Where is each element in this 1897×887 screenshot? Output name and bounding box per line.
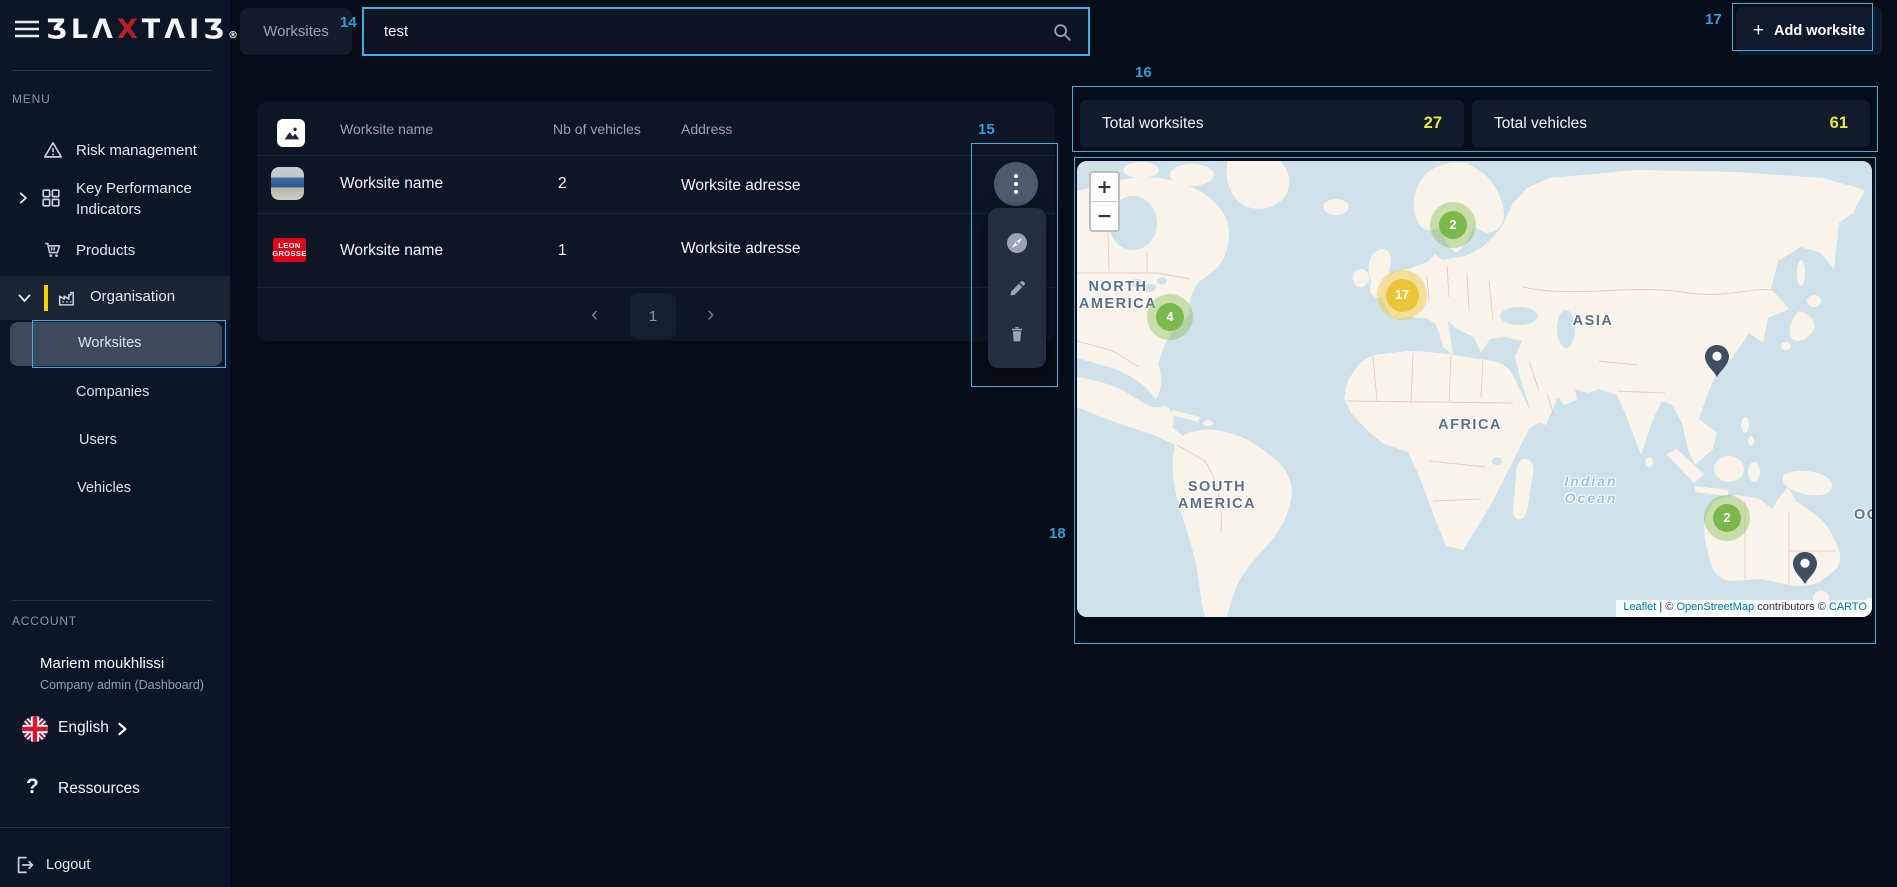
resources-link[interactable]: ? Ressources <box>0 772 230 806</box>
sidebar: ƷLΛXTΛIƷ® MENU Risk management Key Perfo… <box>0 0 230 887</box>
pin-marker[interactable] <box>1792 551 1818 585</box>
grid-icon <box>40 187 62 209</box>
row-thumbnail-logo: LEON GROSSE <box>273 238 306 262</box>
annotation-18: 18 <box>1049 525 1066 542</box>
language-selector[interactable]: English <box>0 712 230 746</box>
kebab-icon <box>1014 174 1018 178</box>
warning-triangle-icon <box>42 139 64 161</box>
stat-value: 27 <box>1424 114 1442 133</box>
attribution-link-carto[interactable]: CARTO <box>1829 601 1867 613</box>
logout-button[interactable]: Logout <box>0 850 230 882</box>
search-input[interactable] <box>364 23 1052 40</box>
logo-x-letter: X <box>117 14 142 45</box>
brand-logo: ƷLΛXTΛIƷ® <box>46 14 238 45</box>
sidebar-item-products[interactable]: Products <box>0 232 230 270</box>
pencil-icon[interactable] <box>1006 278 1028 300</box>
map-label-south-america: SOUTHAMERICA <box>1178 479 1256 513</box>
cluster-marker[interactable]: 2 <box>1704 495 1750 541</box>
sidebar-subitem-users[interactable]: Users <box>0 426 230 456</box>
map-attribution: Leaflet | © OpenStreetMap contributors ©… <box>1616 600 1872 617</box>
stat-label: Total worksites <box>1102 115 1204 133</box>
logout-label: Logout <box>46 857 90 873</box>
help-icon: ? <box>26 775 39 799</box>
uk-flag-icon <box>22 716 48 742</box>
app-window: ƷLΛXTΛIƷ® MENU Risk management Key Perfo… <box>0 0 1897 887</box>
user-name: Mariem moukhlissi <box>40 655 164 672</box>
logout-icon <box>14 854 36 876</box>
chevron-right-icon <box>16 191 30 205</box>
active-indicator-bar <box>44 285 48 311</box>
sidebar-subitem-companies[interactable]: Companies <box>0 378 230 408</box>
vehicles-count-cell: 1 <box>558 242 567 260</box>
account-section-label: ACCOUNT <box>12 614 77 628</box>
cart-icon <box>42 239 64 261</box>
divider <box>0 827 230 828</box>
divider <box>12 70 212 71</box>
selected-item-outline <box>32 320 226 368</box>
prev-page-button[interactable]: ‹ <box>591 303 598 325</box>
worksites-map[interactable]: NORTHAMERICA SOUTHAMERICA AFRICA ASIA In… <box>1077 161 1872 617</box>
zoom-in-button[interactable]: + <box>1091 173 1118 201</box>
worksite-name-cell: Worksite name <box>340 175 443 193</box>
page-chip: Worksites <box>240 8 352 55</box>
address-cell: Worksite adresse <box>681 240 800 258</box>
add-worksite-button[interactable]: + Add worksite <box>1736 7 1882 55</box>
col-header-nb-vehicles[interactable]: Nb of vehicles <box>553 121 641 137</box>
user-role: Company admin (Dashboard) <box>40 678 204 692</box>
map-label-africa: AFRICA <box>1438 417 1502 434</box>
attribution-link-osm[interactable]: OpenStreetMap <box>1676 601 1754 613</box>
row-actions-kebab-button[interactable] <box>994 162 1038 206</box>
stat-label: Total vehicles <box>1494 115 1587 133</box>
stat-card-worksites: Total worksites 27 <box>1080 100 1464 147</box>
compass-icon[interactable] <box>1005 231 1029 255</box>
cluster-marker[interactable]: 4 <box>1147 294 1193 340</box>
worksite-name-cell: Worksite name <box>340 242 443 260</box>
plus-icon: + <box>1753 20 1764 42</box>
address-cell: Worksite adresse <box>681 177 800 195</box>
page-number[interactable]: 1 <box>630 293 676 339</box>
col-header-worksite-name[interactable]: Worksite name <box>340 121 433 137</box>
row-actions-menu <box>988 208 1046 368</box>
chevron-down-icon <box>17 292 32 305</box>
pin-marker[interactable] <box>1704 344 1730 378</box>
table-row[interactable]: Worksite name 2 Worksite adresse <box>257 155 1055 213</box>
annotation-17: 17 <box>1705 11 1722 28</box>
divider <box>12 600 212 601</box>
zoom-out-button[interactable]: − <box>1091 202 1118 230</box>
col-header-address[interactable]: Address <box>681 121 732 137</box>
attribution-link-leaflet[interactable]: Leaflet <box>1623 601 1656 613</box>
language-label: English <box>58 719 109 737</box>
cluster-marker[interactable]: 2 <box>1430 202 1476 248</box>
resources-label: Ressources <box>58 780 140 798</box>
sidebar-subitem-vehicles[interactable]: Vehicles <box>0 474 230 504</box>
map-zoom-control: + − <box>1089 171 1120 232</box>
sidebar-item-risk-management[interactable]: Risk management <box>0 132 230 170</box>
annotation-16: 16 <box>1131 64 1156 81</box>
map-label-oceania: OC <box>1854 507 1872 524</box>
factory-icon <box>56 287 78 309</box>
chevron-right-icon <box>116 722 128 736</box>
next-page-button[interactable]: › <box>707 303 714 325</box>
vehicles-count-cell: 2 <box>558 175 567 193</box>
worksites-table: Worksite name Nb of vehicles Address Wor… <box>257 102 1055 341</box>
search-box <box>362 7 1090 56</box>
map-label-indian-ocean: IndianOcean <box>1564 473 1617 507</box>
sidebar-item-kpi[interactable]: Key Performance Indicators <box>0 170 230 228</box>
table-row[interactable]: LEON GROSSE Worksite name 1 Worksite adr… <box>257 213 1055 287</box>
table-header-row: Worksite name Nb of vehicles Address <box>257 102 1055 155</box>
pagination: ‹ 1 › <box>257 287 1055 341</box>
row-thumbnail-photo <box>271 167 304 200</box>
cluster-marker[interactable]: 17 <box>1377 270 1427 320</box>
hamburger-icon[interactable] <box>14 19 40 39</box>
add-worksite-label: Add worksite <box>1774 23 1865 39</box>
sidebar-item-organisation[interactable]: Organisation <box>0 276 230 320</box>
map-label-north-america: NORTHAMERICA <box>1079 279 1157 313</box>
image-column-icon <box>277 119 305 147</box>
search-icon[interactable] <box>1052 22 1072 42</box>
stat-card-vehicles: Total vehicles 61 <box>1472 100 1870 147</box>
menu-section-label: MENU <box>12 92 51 106</box>
stat-value: 61 <box>1830 114 1848 133</box>
map-label-asia: ASIA <box>1573 313 1614 330</box>
trash-icon[interactable] <box>1006 323 1028 345</box>
